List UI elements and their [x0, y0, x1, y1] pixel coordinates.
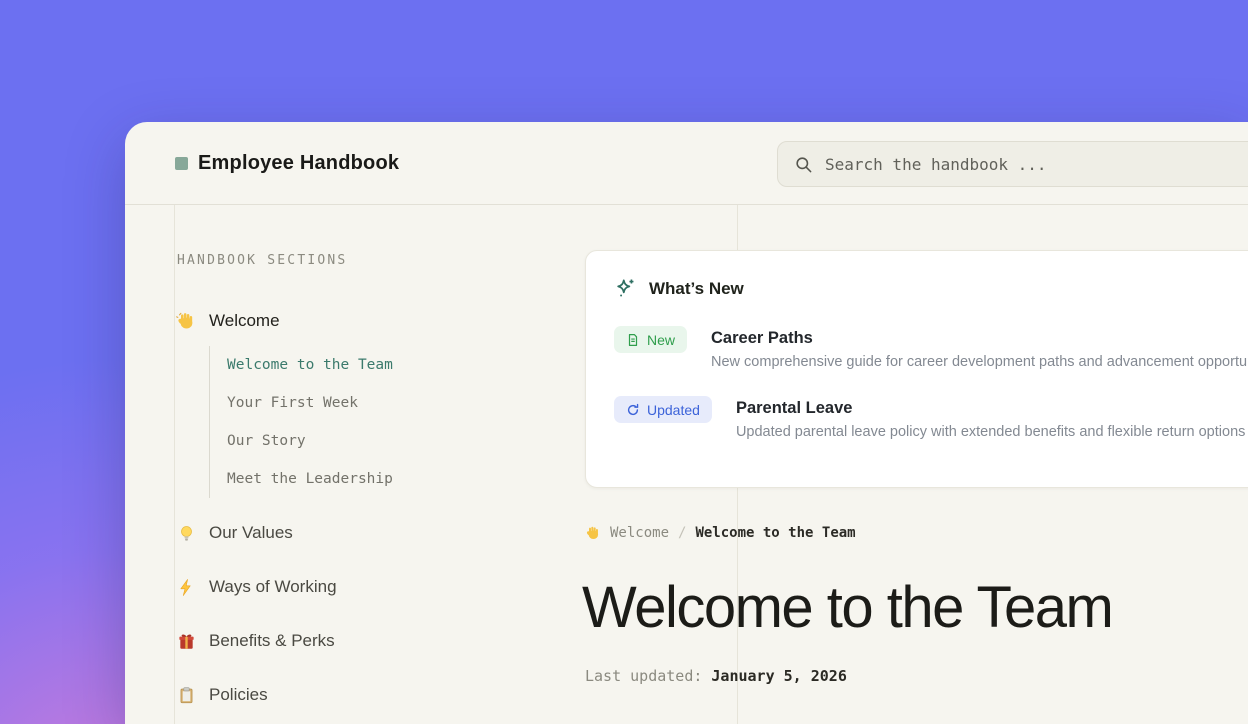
sub-item-meet-the-leadership[interactable]: Meet the Leadership — [227, 460, 556, 498]
app-header: Employee Handbook — [125, 122, 1248, 205]
sidebar-item-label: Our Values — [209, 523, 293, 543]
breadcrumb-page: Welcome to the Team — [695, 525, 855, 541]
last-updated: Last updated: January 5, 2026 — [585, 667, 847, 685]
breadcrumb-section[interactable]: Welcome — [610, 525, 669, 541]
lightning-icon — [176, 577, 196, 597]
gift-icon — [176, 631, 196, 651]
sparkles-icon — [614, 277, 637, 300]
wave-icon — [176, 311, 196, 331]
page-title: Welcome to the Team — [582, 574, 1112, 641]
sidebar-item-welcome[interactable]: Welcome — [176, 308, 556, 334]
last-updated-value: January 5, 2026 — [711, 667, 846, 685]
app-window: Employee Handbook HANDBOOK SECTIONS Welc… — [125, 122, 1248, 724]
updated-badge: Updated — [614, 396, 712, 423]
whats-new-entry[interactable]: Updated Parental Leave Updated parental … — [614, 396, 1248, 440]
refresh-icon — [626, 403, 640, 417]
entry-title: Career Paths — [711, 329, 1248, 348]
sidebar-item-policies[interactable]: Policies — [176, 682, 556, 708]
wave-icon — [585, 525, 601, 541]
logo-mark-icon — [175, 157, 188, 170]
whats-new-title: What’s New — [649, 279, 744, 299]
sub-item-your-first-week[interactable]: Your First Week — [227, 384, 556, 422]
sub-item-welcome-to-the-team[interactable]: Welcome to the Team — [227, 346, 556, 384]
app-title: Employee Handbook — [198, 152, 399, 175]
sidebar-item-label: Ways of Working — [209, 577, 337, 597]
whats-new-entry[interactable]: New Career Paths New comprehensive guide… — [614, 326, 1248, 370]
sidebar-item-benefits-perks[interactable]: Benefits & Perks — [176, 628, 556, 654]
whats-new-header: What’s New — [614, 277, 1248, 300]
entry-description: New comprehensive guide for career devel… — [711, 354, 1248, 370]
whats-new-card: What’s New New Career Paths New comprehe… — [585, 250, 1248, 488]
sidebar: HANDBOOK SECTIONS Welcome Welcome to the… — [176, 205, 556, 724]
breadcrumb-separator: / — [678, 525, 686, 541]
sidebar-item-label: Welcome — [209, 311, 280, 331]
search-box[interactable] — [777, 141, 1248, 187]
badge-label: Updated — [647, 402, 700, 418]
clipboard-icon — [176, 685, 196, 705]
entry-title: Parental Leave — [736, 399, 1245, 418]
brand: Employee Handbook — [175, 122, 399, 205]
search-icon — [794, 155, 813, 174]
search-input[interactable] — [825, 155, 1248, 174]
sidebar-item-label: Benefits & Perks — [209, 631, 335, 651]
sidebar-nav: Welcome Welcome to the Team Your First W… — [176, 308, 556, 708]
sidebar-item-our-values[interactable]: Our Values — [176, 520, 556, 546]
last-updated-label: Last updated: — [585, 667, 702, 685]
sidebar-section-label: HANDBOOK SECTIONS — [176, 205, 556, 268]
sub-item-our-story[interactable]: Our Story — [227, 422, 556, 460]
welcome-sub-list: Welcome to the Team Your First Week Our … — [209, 346, 556, 498]
bulb-icon — [176, 523, 196, 543]
sidebar-left-rule — [174, 205, 175, 724]
document-icon — [626, 333, 640, 347]
entry-text: Career Paths New comprehensive guide for… — [711, 326, 1248, 370]
breadcrumb: Welcome / Welcome to the Team — [585, 525, 856, 541]
badge-label: New — [647, 332, 675, 348]
sidebar-item-ways-of-working[interactable]: Ways of Working — [176, 574, 556, 600]
entry-text: Parental Leave Updated parental leave po… — [736, 396, 1245, 440]
sidebar-item-label: Policies — [209, 685, 268, 705]
entry-description: Updated parental leave policy with exten… — [736, 424, 1245, 440]
new-badge: New — [614, 326, 687, 353]
